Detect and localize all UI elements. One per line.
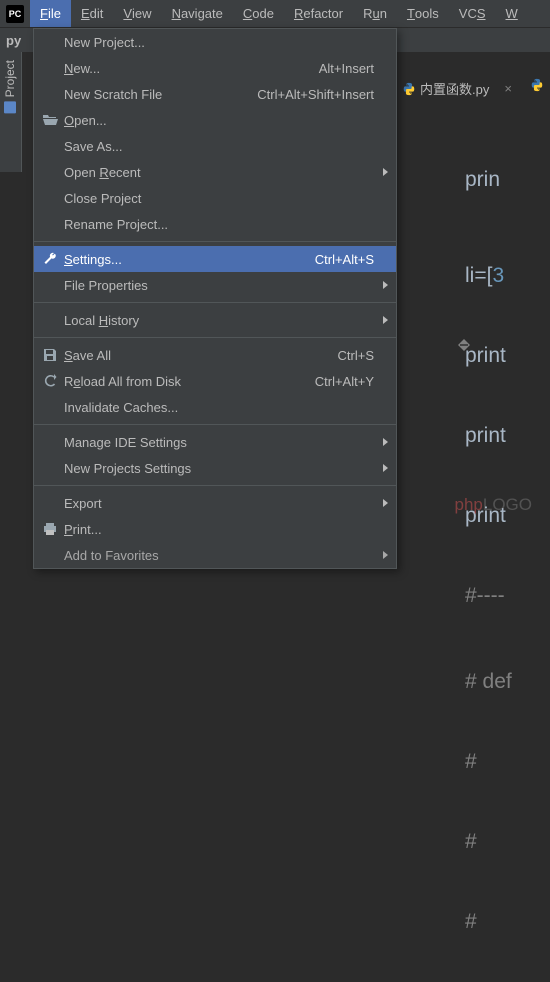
menu-separator [34, 424, 396, 425]
watermark: phpLOGO [455, 495, 533, 515]
project-toolwindow[interactable]: Project [0, 52, 22, 172]
menu-code[interactable]: Code [233, 0, 284, 27]
menu-edit[interactable]: Edit [71, 0, 113, 27]
code-line: # def [465, 662, 512, 702]
menuitem-print[interactable]: Print... [34, 516, 396, 542]
menuitem-new[interactable]: New... Alt+Insert [34, 55, 396, 81]
menuitem-reload[interactable]: Reload All from Disk Ctrl+Alt+Y [34, 368, 396, 394]
menuitem-add-favorites[interactable]: Add to Favorites [34, 542, 396, 568]
menuitem-local-history[interactable]: Local History [34, 307, 396, 333]
block-separator-icon [457, 338, 471, 352]
editor-tab[interactable]: 内置函数.py [396, 76, 495, 101]
code-line: print [465, 416, 512, 456]
file-menu-dropdown: New Project... New... Alt+Insert New Scr… [33, 28, 397, 569]
code-line: print [465, 336, 512, 376]
menuitem-export[interactable]: Export [34, 490, 396, 516]
project-tool-icon [4, 101, 16, 113]
open-folder-icon [42, 112, 58, 128]
python-gutter-icon [530, 78, 544, 92]
menu-navigate[interactable]: Navigate [162, 0, 233, 27]
menuitem-save-as[interactable]: Save As... [34, 133, 396, 159]
code-line: li=[3 [465, 256, 512, 296]
submenu-arrow-icon [383, 168, 388, 176]
save-icon [42, 347, 58, 363]
menuitem-new-scratch[interactable]: New Scratch File Ctrl+Alt+Shift+Insert [34, 81, 396, 107]
menuitem-file-properties[interactable]: File Properties [34, 272, 396, 298]
code-line: prin [465, 160, 512, 200]
editor-content[interactable]: prin li=[3 print print print #---- # def… [465, 120, 512, 982]
tab-filename: 内置函数.py [420, 79, 489, 98]
wrench-icon [42, 251, 58, 267]
code-line: # [465, 902, 512, 942]
print-icon [42, 521, 58, 537]
menuitem-open-recent[interactable]: Open Recent [34, 159, 396, 185]
menu-separator [34, 337, 396, 338]
editor-tabbar: 内置函数.py × [396, 76, 515, 101]
submenu-arrow-icon [383, 316, 388, 324]
menuitem-new-projects-settings[interactable]: New Projects Settings [34, 455, 396, 481]
submenu-arrow-icon [383, 438, 388, 446]
tab-close-icon[interactable]: × [501, 81, 515, 96]
menuitem-rename-project[interactable]: Rename Project... [34, 211, 396, 237]
code-line: # [465, 822, 512, 862]
menu-refactor[interactable]: Refactor [284, 0, 353, 27]
menu-tools[interactable]: Tools [397, 0, 449, 27]
reload-icon [42, 373, 58, 389]
menu-separator [34, 302, 396, 303]
project-tool-label: Project [3, 60, 17, 97]
menu-view[interactable]: View [113, 0, 161, 27]
menu-file[interactable]: File [30, 0, 71, 27]
menuitem-new-project[interactable]: New Project... [34, 29, 396, 55]
menuitem-settings[interactable]: Settings... Ctrl+Alt+S [34, 246, 396, 272]
menuitem-manage-ide[interactable]: Manage IDE Settings [34, 429, 396, 455]
menu-bar: PC File Edit View Navigate Code Refactor… [0, 0, 550, 28]
submenu-arrow-icon [383, 281, 388, 289]
submenu-arrow-icon [383, 464, 388, 472]
menuitem-close-project[interactable]: Close Project [34, 185, 396, 211]
menuitem-open[interactable]: Open... [34, 107, 396, 133]
menuitem-invalidate-caches[interactable]: Invalidate Caches... [34, 394, 396, 420]
app-logo: PC [0, 0, 30, 27]
menu-window[interactable]: W [496, 0, 528, 27]
menu-vcs[interactable]: VCS [449, 0, 496, 27]
code-line: #---- [465, 576, 512, 616]
menuitem-save-all[interactable]: Save All Ctrl+S [34, 342, 396, 368]
submenu-arrow-icon [383, 551, 388, 559]
code-line: # [465, 742, 512, 782]
submenu-arrow-icon [383, 499, 388, 507]
menu-separator [34, 241, 396, 242]
python-file-icon [402, 82, 416, 96]
menu-separator [34, 485, 396, 486]
menu-run[interactable]: Run [353, 0, 397, 27]
